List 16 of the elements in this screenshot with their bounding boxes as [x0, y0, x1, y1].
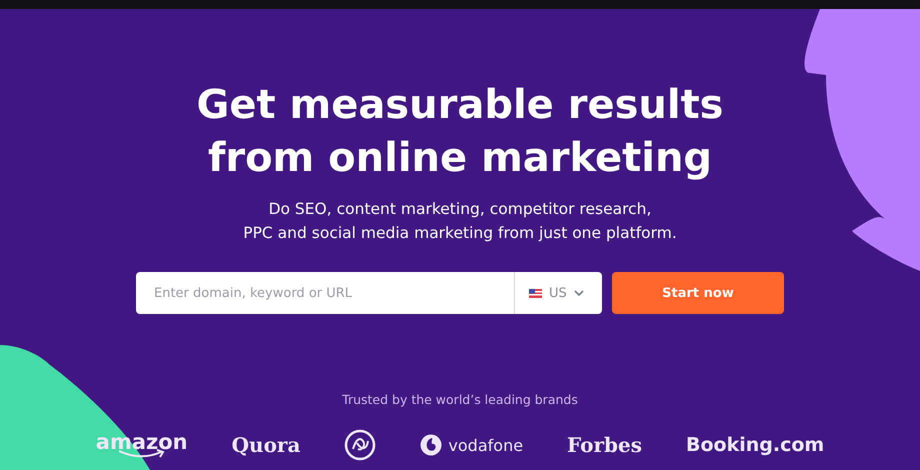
flag-icon: [529, 288, 542, 298]
chevron-icon: [574, 290, 584, 296]
brand-logo: Booking.com: [686, 434, 824, 456]
brand-logo: Forbes: [567, 433, 642, 457]
headline: Get measurable results: [196, 81, 724, 130]
speech-mark-icon: [420, 434, 442, 456]
brands-caption: Trusted by the world’s leading brands: [342, 392, 578, 407]
subtitle: Do SEO, content marketing, competitor research,: [268, 199, 652, 220]
start-button[interactable]: Start now: [612, 272, 784, 314]
country-select[interactable]: US: [514, 272, 602, 314]
brand-logo: vodafone: [448, 436, 524, 454]
monogram-icon: [344, 429, 376, 461]
brand-logo: Quora: [232, 433, 300, 457]
search-field[interactable]: Enter domain, keyword or URL: [136, 272, 514, 314]
headline: from online marketing: [208, 134, 712, 183]
subtitle: PPC and social media marketing from just one platform.: [243, 223, 677, 244]
